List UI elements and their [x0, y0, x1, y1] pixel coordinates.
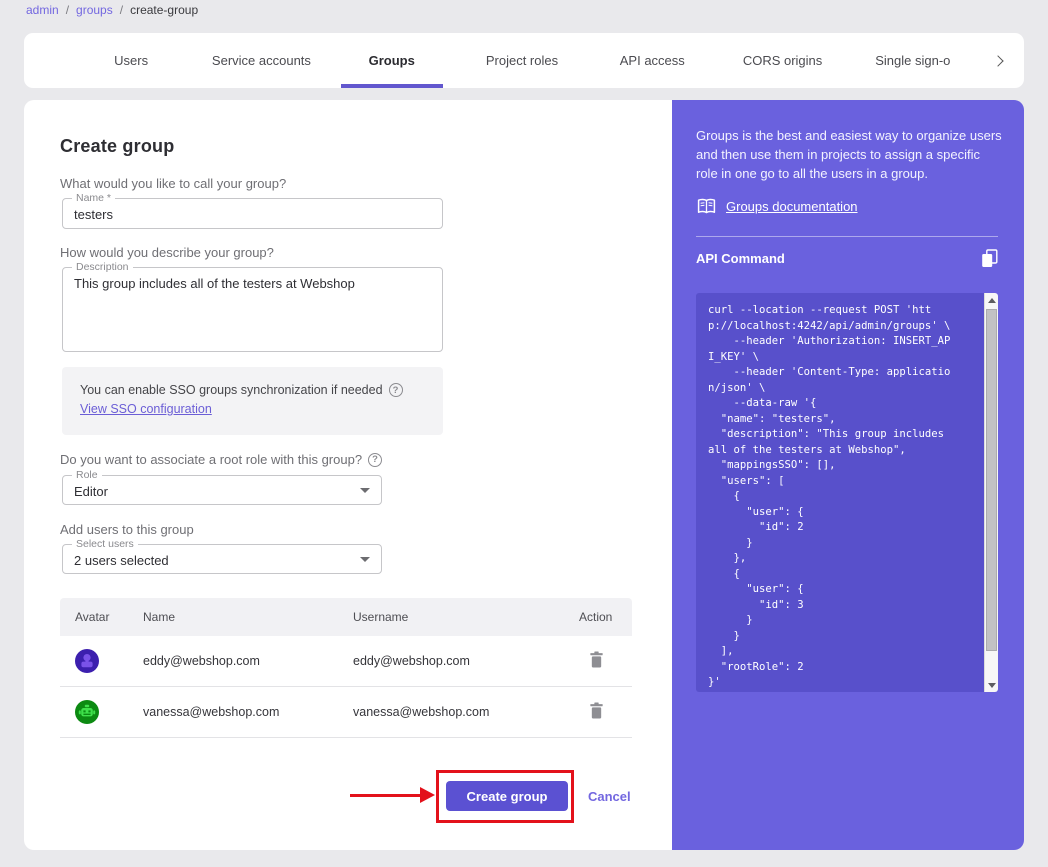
- copy-icon: [982, 249, 998, 267]
- delete-user-icon[interactable]: [589, 702, 604, 719]
- role-question-text: Do you want to associate a root role wit…: [60, 452, 363, 467]
- name-field-label: Name *: [72, 192, 116, 204]
- tab-service-accounts[interactable]: Service accounts: [196, 33, 326, 88]
- user-username: eddy@webshop.com: [353, 654, 470, 668]
- triangle-up-icon: [988, 297, 996, 303]
- scroll-down-button[interactable]: [985, 678, 998, 692]
- dropdown-arrow-icon[interactable]: [360, 557, 370, 562]
- breadcrumb-separator: /: [119, 3, 124, 17]
- selected-users-table: Avatar Name Username Action eddy@webshop…: [60, 598, 632, 738]
- name-field[interactable]: Name * testers: [62, 192, 443, 230]
- tab-project-roles[interactable]: Project roles: [457, 33, 587, 88]
- book-icon: [697, 198, 716, 214]
- table-row: eddy@webshop.com eddy@webshop.com: [60, 636, 632, 687]
- breadcrumb-admin[interactable]: admin: [26, 3, 59, 17]
- sso-info-box: You can enable SSO groups synchronizatio…: [62, 367, 443, 435]
- delete-user-icon[interactable]: [589, 651, 604, 668]
- user-name: vanessa@webshop.com: [143, 705, 280, 719]
- sso-note-text: You can enable SSO groups synchronizatio…: [80, 383, 383, 397]
- page-title: Create group: [60, 136, 175, 156]
- help-icon[interactable]: ?: [388, 383, 403, 397]
- dropdown-arrow-icon[interactable]: [360, 488, 370, 493]
- view-sso-configuration-link[interactable]: View SSO configuration: [80, 402, 212, 416]
- table-row: vanessa@webshop.com vanessa@webshop.com: [60, 687, 632, 738]
- breadcrumb-groups[interactable]: groups: [76, 3, 113, 17]
- admin-tabbar: Users Service accounts Groups Project ro…: [24, 33, 1024, 88]
- name-question-label: What would you like to call your group?: [60, 176, 287, 191]
- role-question-label: Do you want to associate a root role wit…: [60, 452, 383, 467]
- column-header-avatar: Avatar: [75, 610, 110, 624]
- tab-list: Users Service accounts Groups Project ro…: [66, 33, 978, 88]
- groups-documentation-link[interactable]: Groups documentation: [726, 199, 858, 214]
- chevron-right-icon: [992, 54, 1004, 67]
- column-header-name: Name: [143, 610, 176, 624]
- create-group-page: admin / groups / create-group Users Serv…: [0, 0, 1048, 867]
- user-username: vanessa@webshop.com: [353, 705, 490, 719]
- scrollbar[interactable]: [984, 293, 998, 692]
- add-users-label: Add users to this group: [60, 522, 194, 537]
- user-name: eddy@webshop.com: [143, 654, 260, 668]
- scrollbar-thumb[interactable]: [986, 309, 997, 651]
- select-users-label: Select users: [72, 538, 138, 550]
- column-header-username: Username: [353, 610, 409, 624]
- breadcrumb-separator: /: [65, 3, 70, 17]
- name-field-value[interactable]: testers: [63, 199, 442, 230]
- curl-command-text[interactable]: curl --location --request POST 'htt p://…: [696, 293, 998, 692]
- scroll-up-button[interactable]: [985, 293, 998, 307]
- role-select[interactable]: Role Editor: [62, 469, 382, 505]
- annotation-arrow-head: [420, 787, 435, 803]
- cancel-button[interactable]: Cancel: [588, 781, 631, 811]
- tabs-scroll-right-button[interactable]: [978, 33, 1018, 88]
- groups-intro-text: Groups is the best and easiest way to or…: [696, 128, 1002, 181]
- help-sidebar: Groups is the best and easiest way to or…: [672, 100, 1024, 850]
- avatar: [75, 649, 99, 673]
- table-header-row: Avatar Name Username Action: [60, 598, 632, 636]
- description-field[interactable]: Description This group includes all of t…: [62, 261, 443, 352]
- tab-cors-origins[interactable]: CORS origins: [717, 33, 847, 88]
- select-users-select[interactable]: Select users 2 users selected: [62, 538, 382, 574]
- description-question-label: How would you describe your group?: [60, 245, 274, 260]
- column-header-action: Action: [579, 610, 613, 624]
- create-group-button[interactable]: Create group: [446, 781, 568, 811]
- copy-button[interactable]: [981, 249, 998, 268]
- triangle-down-icon: [988, 682, 996, 688]
- tab-single-sign-on[interactable]: Single sign-o: [848, 33, 978, 88]
- description-field-label: Description: [72, 261, 133, 273]
- tab-users[interactable]: Users: [66, 33, 196, 88]
- content-card: Create group What would you like to call…: [24, 100, 1024, 850]
- groups-documentation-row[interactable]: Groups documentation: [696, 198, 858, 215]
- tab-api-access[interactable]: API access: [587, 33, 717, 88]
- annotation-arrow: [350, 794, 422, 797]
- help-icon[interactable]: ?: [368, 452, 383, 467]
- api-command-code-block: curl --location --request POST 'htt p://…: [696, 293, 998, 692]
- role-select-label: Role: [72, 469, 102, 481]
- role-select-value: Editor: [74, 484, 108, 499]
- api-command-title: API Command: [696, 251, 785, 266]
- avatar: [75, 700, 99, 724]
- api-command-header: API Command: [696, 249, 998, 268]
- breadcrumb-current: create-group: [130, 3, 199, 17]
- create-group-form: Create group What would you like to call…: [24, 100, 672, 850]
- breadcrumb: admin / groups / create-group: [26, 3, 198, 17]
- divider: [696, 236, 998, 237]
- tab-groups[interactable]: Groups: [327, 33, 457, 88]
